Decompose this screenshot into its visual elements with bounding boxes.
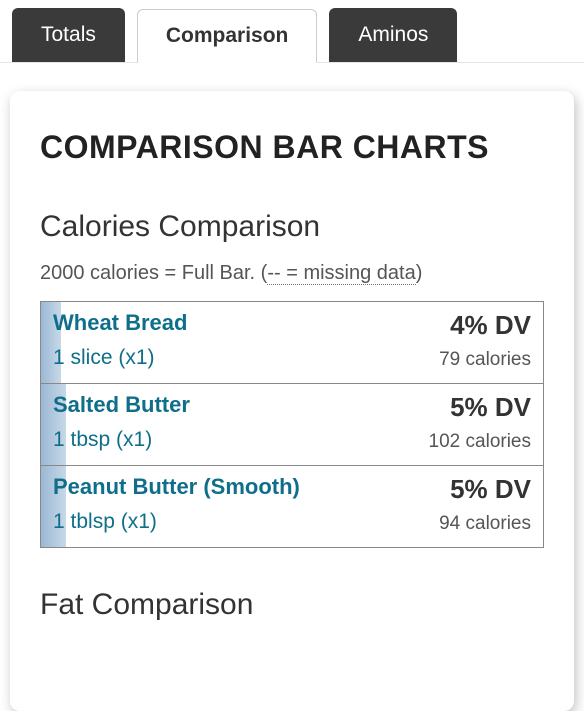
tab-totals[interactable]: Totals (12, 8, 125, 62)
legend-prefix: 2000 calories = Full Bar. ( (40, 262, 267, 284)
chart-row: Peanut Butter (Smooth) 1 tblsp (x1) 5% D… (41, 466, 543, 547)
legend-missing: -- = missing data (267, 262, 415, 285)
chart-row: Salted Butter 1 tbsp (x1) 5% DV 102 calo… (41, 384, 543, 466)
food-serving[interactable]: 1 tblsp (x1) (53, 510, 300, 534)
dv-value: 5% DV (429, 392, 531, 423)
absolute-value: 102 calories (429, 431, 531, 453)
legend-text: 2000 calories = Full Bar. (-- = missing … (40, 262, 544, 285)
calories-chart: Wheat Bread 1 slice (x1) 4% DV 79 calori… (40, 301, 544, 548)
tab-aminos[interactable]: Aminos (329, 8, 457, 62)
food-name[interactable]: Wheat Bread (53, 310, 187, 336)
food-serving[interactable]: 1 slice (x1) (53, 346, 187, 370)
dv-value: 4% DV (439, 310, 531, 341)
food-serving[interactable]: 1 tbsp (x1) (53, 428, 190, 452)
food-name[interactable]: Peanut Butter (Smooth) (53, 474, 300, 500)
chart-row: Wheat Bread 1 slice (x1) 4% DV 79 calori… (41, 302, 543, 384)
tab-comparison[interactable]: Comparison (137, 9, 318, 63)
legend-suffix: ) (416, 262, 423, 284)
section-title-calories: Calories Comparison (40, 210, 544, 244)
absolute-value: 79 calories (439, 349, 531, 371)
dv-value: 5% DV (439, 474, 531, 505)
food-name[interactable]: Salted Butter (53, 392, 190, 418)
tabs-bar: Totals Comparison Aminos (0, 0, 584, 63)
absolute-value: 94 calories (439, 513, 531, 535)
section-title-fat: Fat Comparison (40, 588, 544, 622)
page-title: COMPARISON BAR CHARTS (40, 129, 544, 166)
comparison-card: COMPARISON BAR CHARTS Calories Compariso… (10, 91, 574, 711)
